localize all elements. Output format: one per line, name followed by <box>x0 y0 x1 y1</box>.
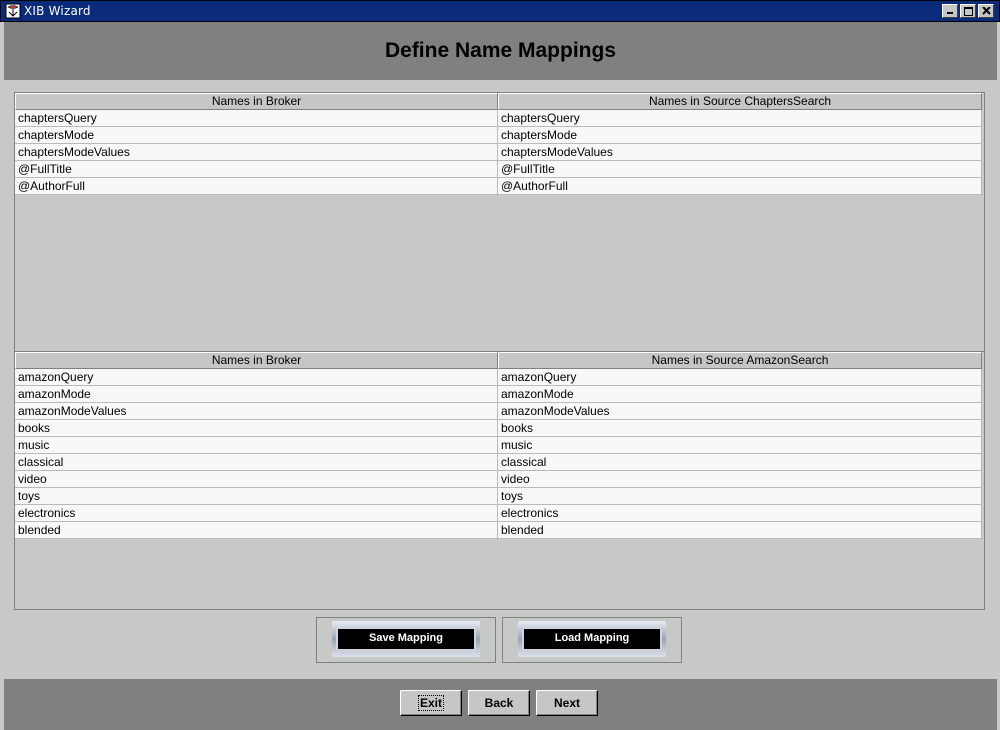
broker-name-cell[interactable]: toys <box>15 488 498 505</box>
back-button[interactable]: Back <box>468 690 530 716</box>
column-header-broker[interactable]: Names in Broker <box>15 352 498 369</box>
table-row[interactable]: chaptersModeValues chaptersModeValues <box>15 144 984 161</box>
header-band: Define Name Mappings <box>4 22 997 80</box>
table-row[interactable]: chaptersMode chaptersMode <box>15 127 984 144</box>
broker-name-cell[interactable]: @AuthorFull <box>15 178 498 195</box>
window-titlebar[interactable]: XIB Wizard <box>0 0 1000 22</box>
source-name-cell[interactable]: toys <box>498 488 982 505</box>
window-controls <box>942 4 994 18</box>
source-name-cell[interactable]: chaptersMode <box>498 127 982 144</box>
source-name-cell[interactable]: @FullTitle <box>498 161 982 178</box>
column-header-source[interactable]: Names in Source AmazonSearch <box>498 352 982 369</box>
broker-name-cell[interactable]: chaptersModeValues <box>15 144 498 161</box>
exit-button[interactable]: Exit <box>400 690 462 716</box>
source-name-cell[interactable]: amazonMode <box>498 386 982 403</box>
page-title: Define Name Mappings <box>384 39 617 62</box>
source-name-cell[interactable]: blended <box>498 522 982 539</box>
table-row[interactable]: video video <box>15 471 984 488</box>
broker-name-cell[interactable]: @FullTitle <box>15 161 498 178</box>
table-row[interactable]: chaptersQuery chaptersQuery <box>15 110 984 127</box>
load-mapping-frame: Load Mapping <box>502 617 682 663</box>
column-header-broker[interactable]: Names in Broker <box>15 93 498 110</box>
source-name-cell[interactable]: books <box>498 420 982 437</box>
broker-name-cell[interactable]: music <box>15 437 498 454</box>
broker-name-cell[interactable]: chaptersMode <box>15 127 498 144</box>
close-icon[interactable] <box>978 4 994 18</box>
table-row[interactable]: amazonModeValues amazonModeValues <box>15 403 984 420</box>
table-header: Names in Broker Names in Source Chapters… <box>15 93 984 110</box>
exit-label: Exit <box>417 695 445 711</box>
broker-name-cell[interactable]: classical <box>15 454 498 471</box>
table-row[interactable]: classical classical <box>15 454 984 471</box>
table-row[interactable]: blended blended <box>15 522 984 539</box>
save-mapping-label: Save Mapping <box>336 627 476 651</box>
window-title: XIB Wizard <box>24 4 91 18</box>
broker-name-cell[interactable]: electronics <box>15 505 498 522</box>
maximize-icon[interactable] <box>960 4 976 18</box>
table-row[interactable]: @FullTitle @FullTitle <box>15 161 984 178</box>
window-border <box>0 22 4 730</box>
table-row[interactable]: electronics electronics <box>15 505 984 522</box>
broker-name-cell[interactable]: amazonQuery <box>15 369 498 386</box>
table-row[interactable]: music music <box>15 437 984 454</box>
table-row[interactable]: amazonMode amazonMode <box>15 386 984 403</box>
table-row[interactable]: @AuthorFull @AuthorFull <box>15 178 984 195</box>
source-name-cell[interactable]: amazonQuery <box>498 369 982 386</box>
source-name-cell[interactable]: electronics <box>498 505 982 522</box>
minimize-icon[interactable] <box>942 4 958 18</box>
save-mapping-button[interactable]: Save Mapping <box>332 621 480 657</box>
app-icon[interactable] <box>5 3 21 19</box>
table-row[interactable]: amazonQuery amazonQuery <box>15 369 984 386</box>
broker-name-cell[interactable]: amazonModeValues <box>15 403 498 420</box>
broker-name-cell[interactable]: amazonMode <box>15 386 498 403</box>
broker-name-cell[interactable]: chaptersQuery <box>15 110 498 127</box>
source-name-cell[interactable]: amazonModeValues <box>498 403 982 420</box>
chapters-mapping-table: Names in Broker Names in Source Chapters… <box>15 93 984 349</box>
load-mapping-label: Load Mapping <box>522 627 662 651</box>
column-header-source[interactable]: Names in Source ChaptersSearch <box>498 93 982 110</box>
broker-name-cell[interactable]: video <box>15 471 498 488</box>
source-name-cell[interactable]: classical <box>498 454 982 471</box>
source-name-cell[interactable]: @AuthorFull <box>498 178 982 195</box>
source-name-cell[interactable]: chaptersQuery <box>498 110 982 127</box>
amazon-mapping-table: Names in Broker Names in Source AmazonSe… <box>15 351 984 609</box>
save-mapping-frame: Save Mapping <box>316 617 496 663</box>
table-row[interactable]: books books <box>15 420 984 437</box>
source-name-cell[interactable]: chaptersModeValues <box>498 144 982 161</box>
source-name-cell[interactable]: video <box>498 471 982 488</box>
next-button[interactable]: Next <box>536 690 598 716</box>
broker-name-cell[interactable]: blended <box>15 522 498 539</box>
source-name-cell[interactable]: music <box>498 437 982 454</box>
broker-name-cell[interactable]: books <box>15 420 498 437</box>
mapping-tables-panel: Names in Broker Names in Source Chapters… <box>14 92 985 610</box>
load-mapping-button[interactable]: Load Mapping <box>518 621 666 657</box>
table-header: Names in Broker Names in Source AmazonSe… <box>15 352 984 369</box>
table-row[interactable]: toys toys <box>15 488 984 505</box>
